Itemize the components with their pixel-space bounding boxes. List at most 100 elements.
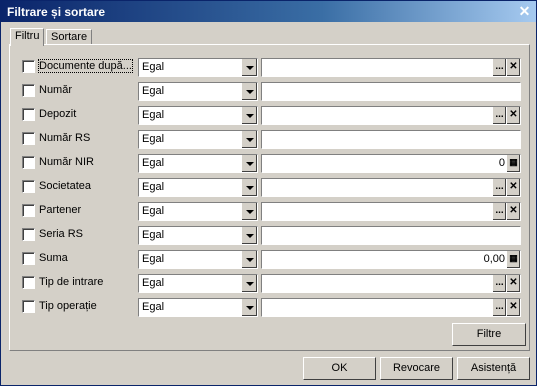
filter-enable-checkbox[interactable] — [22, 180, 35, 193]
operator-value: Egal — [142, 157, 165, 169]
filter-value-input[interactable]: ... ✕ — [261, 274, 521, 293]
operator-select[interactable]: Egal — [138, 274, 258, 293]
filter-label: Suma — [39, 252, 68, 264]
filter-value-input[interactable]: ... ✕ — [261, 178, 521, 197]
filter-label: Partener — [39, 204, 82, 216]
filter-value-input[interactable] — [261, 130, 521, 149]
filter-enable-checkbox[interactable] — [22, 300, 35, 313]
filter-row: Număr RS Egal — [13, 129, 523, 149]
chevron-down-icon[interactable] — [241, 107, 257, 124]
clear-icon[interactable]: ✕ — [507, 107, 520, 124]
filter-enable-checkbox[interactable] — [22, 60, 35, 73]
filter-value-input[interactable]: ... ✕ — [261, 298, 521, 317]
operator-value: Egal — [142, 301, 165, 313]
filter-label: Documente după... — [38, 59, 133, 73]
ok-button[interactable]: OK — [303, 357, 376, 380]
filter-row: Număr NIR Egal 0 ▦ — [13, 153, 523, 173]
close-icon[interactable]: ✕ — [517, 4, 532, 19]
filter-row: Tip operație Egal... ✕ — [13, 297, 523, 317]
filter-enable-checkbox[interactable] — [22, 132, 35, 145]
operator-select[interactable]: Egal — [138, 178, 258, 197]
chevron-down-icon[interactable] — [241, 275, 257, 292]
browse-button[interactable]: ... — [493, 107, 506, 124]
filter-label: Număr — [39, 84, 73, 96]
filter-label: Tip de intrare — [39, 276, 104, 288]
filter-label: Număr RS — [39, 132, 91, 144]
filter-value-input[interactable]: ... ✕ — [261, 58, 521, 77]
filter-label: Societatea — [39, 180, 91, 192]
filter-label: Tip operație — [39, 300, 97, 312]
chevron-down-icon[interactable] — [241, 251, 257, 268]
chevron-down-icon[interactable] — [241, 131, 257, 148]
filter-enable-checkbox[interactable] — [22, 204, 35, 217]
operator-value: Egal — [142, 253, 165, 265]
operator-select[interactable]: Egal — [138, 82, 258, 101]
filter-label: Depozit — [39, 108, 77, 120]
chevron-down-icon[interactable] — [241, 299, 257, 316]
browse-button[interactable]: ... — [493, 59, 506, 76]
clear-icon[interactable]: ✕ — [507, 179, 520, 196]
chevron-down-icon[interactable] — [241, 227, 257, 244]
filter-row: Societatea Egal... ✕ — [13, 177, 523, 197]
calculator-icon[interactable]: ▦ — [507, 251, 520, 268]
filter-enable-checkbox[interactable] — [22, 252, 35, 265]
filter-enable-checkbox[interactable] — [22, 108, 35, 121]
clear-icon[interactable]: ✕ — [507, 59, 520, 76]
clear-icon[interactable]: ✕ — [507, 203, 520, 220]
filter-value-input[interactable]: ... ✕ — [261, 202, 521, 221]
chevron-down-icon[interactable] — [241, 83, 257, 100]
filter-enable-checkbox[interactable] — [22, 276, 35, 289]
operator-select[interactable]: Egal — [138, 130, 258, 149]
operator-value: Egal — [142, 229, 165, 241]
clear-icon[interactable]: ✕ — [507, 275, 520, 292]
filter-value-input[interactable]: 0 ▦ — [261, 154, 521, 173]
filter-row: Partener Egal... ✕ — [13, 201, 523, 221]
filter-enable-checkbox[interactable] — [22, 84, 35, 97]
operator-value: Egal — [142, 85, 165, 97]
browse-button[interactable]: ... — [493, 299, 506, 316]
operator-value: Egal — [142, 109, 165, 121]
filter-row: Seria RS Egal — [13, 225, 523, 245]
clear-icon[interactable]: ✕ — [507, 299, 520, 316]
operator-select[interactable]: Egal — [138, 106, 258, 125]
cancel-button[interactable]: Revocare — [380, 357, 453, 380]
operator-select[interactable]: Egal — [138, 250, 258, 269]
calculator-icon[interactable]: ▦ — [507, 155, 520, 172]
filter-row: Depozit Egal... ✕ — [13, 105, 523, 125]
filter-label: Seria RS — [39, 228, 84, 240]
filters-button[interactable]: Filtre — [452, 323, 526, 346]
chevron-down-icon[interactable] — [241, 155, 257, 172]
filter-value-input[interactable] — [261, 82, 521, 101]
filter-row: Tip de intrare Egal... ✕ — [13, 273, 523, 293]
filter-value-input[interactable] — [261, 226, 521, 245]
tab-filtru[interactable]: Filtru — [10, 28, 45, 46]
help-button[interactable]: Asistență — [457, 357, 530, 380]
filter-label: Număr NIR — [39, 156, 95, 168]
browse-button[interactable]: ... — [493, 179, 506, 196]
operator-select[interactable]: Egal — [138, 154, 258, 173]
operator-value: Egal — [142, 133, 165, 145]
operator-value: Egal — [142, 277, 165, 289]
chevron-down-icon[interactable] — [241, 59, 257, 76]
operator-value: Egal — [142, 61, 165, 73]
browse-button[interactable]: ... — [493, 275, 506, 292]
filter-value: 0 — [498, 157, 505, 169]
filter-value-input[interactable]: 0,00 ▦ — [261, 250, 521, 269]
browse-button[interactable]: ... — [493, 203, 506, 220]
filter-row: Suma Egal 0,00 ▦ — [13, 249, 523, 269]
tab-sortare[interactable]: Sortare — [46, 29, 93, 45]
operator-select[interactable]: Egal — [138, 298, 258, 317]
operator-value: Egal — [142, 205, 165, 217]
dialog-title: Filtrare și sortare — [7, 5, 106, 19]
operator-select[interactable]: Egal — [138, 202, 258, 221]
filter-sort-dialog: Filtrare și sortare ✕ Filtru Sortare Doc… — [0, 0, 537, 386]
operator-select[interactable]: Egal — [138, 58, 258, 77]
filter-enable-checkbox[interactable] — [22, 228, 35, 241]
filter-value-input[interactable]: ... ✕ — [261, 106, 521, 125]
filter-enable-checkbox[interactable] — [22, 156, 35, 169]
filter-value: 0,00 — [483, 253, 505, 265]
chevron-down-icon[interactable] — [241, 179, 257, 196]
operator-select[interactable]: Egal — [138, 226, 258, 245]
operator-value: Egal — [142, 181, 165, 193]
chevron-down-icon[interactable] — [241, 203, 257, 220]
